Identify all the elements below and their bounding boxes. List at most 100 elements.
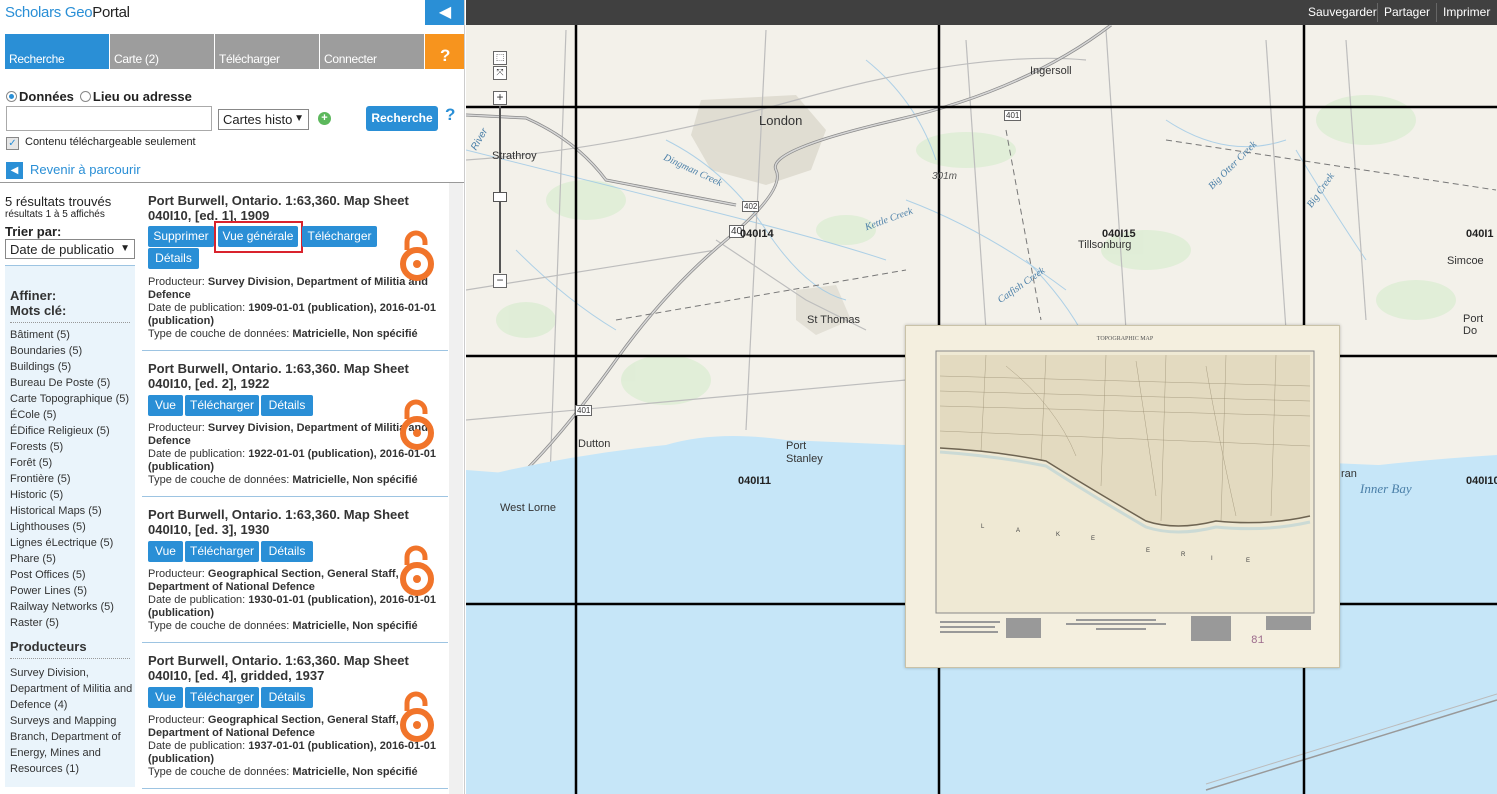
map-view[interactable]: Sauvegarder Partager Imprimer ⬚ ⤧ + − Lo…: [466, 0, 1497, 794]
app-root: Scholars GeoPortal ◀ Recherche Carte (2)…: [0, 0, 1497, 794]
search-panel: Scholars GeoPortal ◀ Recherche Carte (2)…: [0, 0, 465, 794]
result-title[interactable]: Port Burwell, Ontario. 1:63,360. Map She…: [148, 507, 438, 537]
type-label: Type de couche de données:: [148, 328, 293, 340]
highlight-box: [214, 221, 303, 253]
view-button[interactable]: Vue: [148, 687, 183, 708]
box-select-icon[interactable]: ⬚: [493, 51, 507, 65]
zoom-slider-handle[interactable]: [493, 192, 507, 202]
details-button[interactable]: Détails: [261, 687, 313, 708]
toolbar-separator: [1377, 3, 1378, 22]
result-range: résultats 1 à 5 affichés: [5, 209, 105, 220]
search-input[interactable]: [6, 106, 212, 131]
tab-telecharger[interactable]: Télécharger: [215, 34, 319, 69]
details-button[interactable]: Détails: [148, 248, 199, 269]
producer-facet-item[interactable]: Surveys and Mapping Branch, Department o…: [10, 713, 135, 777]
download-button[interactable]: Télécharger: [302, 226, 377, 247]
keyword-facet-item[interactable]: Phare (5): [10, 553, 135, 569]
keyword-list: Bâtiment (5) Boundaries (5) Buildings (5) B…: [10, 329, 135, 633]
keyword-facet-item[interactable]: Carte Topographique (5): [10, 393, 135, 409]
grid-sheet-label: 040I11: [738, 475, 772, 487]
date-label: Date de publication:: [148, 740, 249, 752]
download-button[interactable]: Télécharger: [185, 687, 259, 708]
remove-button[interactable]: Supprimer: [148, 226, 214, 247]
keyword-facet-item[interactable]: Forêt (5): [10, 457, 135, 473]
radio-donnees[interactable]: [6, 91, 17, 102]
result-title[interactable]: Port Burwell, Ontario. 1:63,360. Map She…: [148, 361, 438, 391]
add-collection-icon[interactable]: +: [318, 112, 331, 125]
downloadable-label[interactable]: Contenu téléchargeable seulement: [25, 136, 196, 148]
keyword-facet-item[interactable]: Bureau De Poste (5): [10, 377, 135, 393]
place-label: Simcoe: [1447, 255, 1484, 267]
keyword-facet-item[interactable]: Bâtiment (5): [10, 329, 135, 345]
keyword-facet-item[interactable]: Lighthouses (5): [10, 521, 135, 537]
producer-label: Producteur:: [148, 568, 208, 580]
tab-carte[interactable]: Carte (2): [110, 34, 214, 69]
logo-part-geo: Geo: [60, 4, 93, 21]
details-button[interactable]: Détails: [261, 395, 313, 416]
result-title[interactable]: Port Burwell, Ontario. 1:63,360. Map She…: [148, 193, 438, 223]
place-label: Dutton: [578, 438, 611, 450]
keyword-facet-item[interactable]: Post Offices (5): [10, 569, 135, 585]
keyword-facet-item[interactable]: Lignes éLectrique (5): [10, 537, 135, 553]
open-access-icon: [400, 230, 434, 281]
collection-select-value: Cartes histo: [223, 112, 293, 127]
zoom-out-button[interactable]: −: [493, 274, 507, 288]
save-button[interactable]: Sauvegarder: [1308, 5, 1377, 19]
place-label: London: [759, 113, 803, 128]
back-arrow-icon[interactable]: ◀: [6, 162, 23, 179]
view-button[interactable]: Vue: [148, 541, 183, 562]
place-label: Ingersoll: [1030, 65, 1072, 77]
grid-sheet-label: 040I10: [1466, 475, 1497, 487]
keyword-facet-item[interactable]: Historical Maps (5): [10, 505, 135, 521]
zoom-extent-icon[interactable]: ⤧: [493, 66, 507, 80]
keyword-facet-item[interactable]: ÉDifice Religieux (5): [10, 425, 135, 441]
search-help-icon[interactable]: ?: [445, 105, 455, 125]
print-button[interactable]: Imprimer: [1443, 5, 1490, 19]
collection-select[interactable]: Cartes histo ▼: [218, 109, 309, 130]
place-label: Tillsonburg: [1078, 239, 1132, 251]
producer-label: Producteur:: [148, 276, 208, 288]
open-access-icon: [400, 545, 434, 596]
sort-select[interactable]: Date de publicatio ▼: [5, 239, 135, 259]
producer-facet-item[interactable]: Survey Division, Department of Militia a…: [10, 665, 135, 713]
tab-connecter[interactable]: Connecter: [320, 34, 424, 69]
download-button[interactable]: Télécharger: [185, 541, 259, 562]
download-button[interactable]: Télécharger: [185, 395, 259, 416]
lake-letter: R: [1181, 552, 1186, 558]
type-label: Type de couche de données:: [148, 620, 293, 632]
water-label: Inner Bay: [1360, 481, 1412, 496]
keyword-facet-item[interactable]: Historic (5): [10, 489, 135, 505]
details-button[interactable]: Détails: [261, 541, 313, 562]
result-title[interactable]: Port Burwell, Ontario. 1:63,360. Map She…: [148, 653, 438, 683]
map-sheet-preview[interactable]: TOPOGRAPHIC MAP L A K E E R I E 81: [905, 325, 1340, 668]
keyword-facet-item[interactable]: Boundaries (5): [10, 345, 135, 361]
tab-recherche[interactable]: Recherche: [5, 34, 109, 69]
scholars-geoportal-logo[interactable]: Scholars GeoPortal: [5, 4, 130, 21]
collapse-panel-button[interactable]: ◀: [425, 0, 464, 25]
keyword-facet-item[interactable]: Forests (5): [10, 441, 135, 457]
back-to-browse-link[interactable]: Revenir à parcourir: [30, 162, 141, 177]
producer-list: Survey Division, Department of Militia a…: [10, 665, 135, 777]
keywords-heading: Mots clé:: [10, 303, 130, 323]
keyword-facet-item[interactable]: Raster (5): [10, 617, 135, 633]
help-tab[interactable]: ?: [425, 34, 464, 69]
radio-donnees-label[interactable]: Données: [19, 89, 74, 104]
zoom-slider-track[interactable]: [499, 106, 501, 273]
keyword-facet-item[interactable]: Railway Networks (5): [10, 601, 135, 617]
share-button[interactable]: Partager: [1384, 5, 1430, 19]
keyword-facet-item[interactable]: ÉCole (5): [10, 409, 135, 425]
sort-label: Trier par:: [5, 224, 62, 239]
keyword-facet-item[interactable]: Power Lines (5): [10, 585, 135, 601]
zoom-in-button[interactable]: +: [493, 91, 507, 105]
sheet-number-stamp: 81: [1251, 635, 1265, 647]
search-button[interactable]: Recherche: [366, 106, 438, 131]
radio-lieu[interactable]: [79, 91, 91, 102]
producers-heading: Producteurs: [10, 639, 130, 659]
keyword-facet-item[interactable]: Buildings (5): [10, 361, 135, 377]
main-tabs: Recherche Carte (2) Télécharger Connecte…: [5, 34, 464, 69]
view-button[interactable]: Vue: [148, 395, 183, 416]
radio-lieu-label[interactable]: Lieu ou adresse: [93, 89, 192, 104]
keyword-facet-item[interactable]: Frontière (5): [10, 473, 135, 489]
downloadable-checkbox[interactable]: ✓: [6, 137, 19, 150]
results-scrollbar[interactable]: [449, 183, 463, 794]
